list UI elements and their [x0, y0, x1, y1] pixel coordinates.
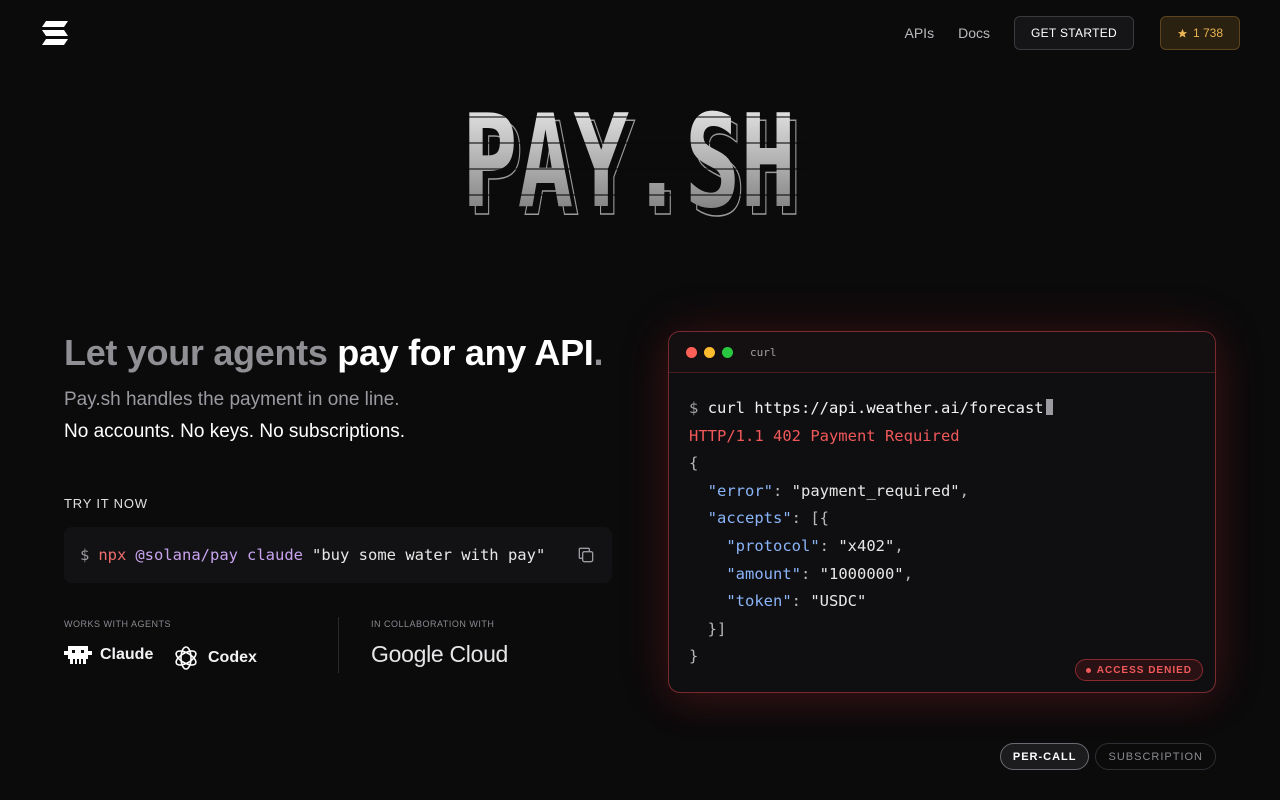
- headline-dim: Let your agents: [64, 332, 338, 373]
- claude-icon: [64, 646, 92, 664]
- cmd-prompt: $: [80, 546, 90, 564]
- cmd-npx: npx: [98, 546, 127, 564]
- github-stars-button[interactable]: 1 738: [1159, 16, 1240, 50]
- access-denied-label: ACCESS DENIED: [1096, 664, 1192, 676]
- get-started-button[interactable]: GET STARTED: [1013, 16, 1134, 50]
- nav-apis-link[interactable]: APIs: [905, 25, 935, 41]
- json-accepts-key: "accepts": [707, 509, 792, 528]
- star-icon: [1177, 28, 1188, 38]
- collab-label: IN COLLABORATION WITH: [371, 619, 495, 629]
- close-dot-icon: [686, 346, 697, 358]
- access-denied-badge: ACCESS DENIED: [1074, 659, 1203, 681]
- json-protocol-val: "x402": [838, 536, 895, 555]
- divider: [338, 617, 339, 673]
- subheadline-2: No accounts. No keys. No subscriptions.: [64, 421, 406, 442]
- terminal-output: $ curl https://api.weather.ai/forecast H…: [669, 373, 1215, 671]
- google-cloud-logo[interactable]: Google Cloud: [371, 641, 508, 668]
- terminal-titlebar: curl: [669, 332, 1215, 373]
- cmd-string: "buy some water with pay": [312, 546, 546, 564]
- subscription-tab[interactable]: SUBSCRIPTION: [1095, 743, 1216, 770]
- headline-bright: pay for any API: [337, 332, 594, 373]
- headline: Let your agents pay for any API.: [64, 332, 604, 374]
- terminal-status: HTTP/1.1 402 Payment Required: [689, 426, 960, 445]
- minimize-dot-icon: [704, 346, 715, 358]
- pay-sh-pixel-logo: PAY.SH PAY.SH: [460, 90, 810, 225]
- install-command-box[interactable]: $ npx @solana/pay claude "buy some water…: [64, 527, 612, 583]
- copy-icon[interactable]: [576, 545, 596, 565]
- terminal-window: curl $ curl https://api.weather.ai/forec…: [668, 331, 1216, 693]
- subheadline-1: Pay.sh handles the payment in one line.: [64, 389, 400, 410]
- works-with-label: WORKS WITH AGENTS: [64, 619, 172, 629]
- agent-claude[interactable]: Claude: [64, 644, 153, 666]
- pricing-toggle: PER-CALL SUBSCRIPTION: [999, 743, 1216, 770]
- json-protocol-key: "protocol": [726, 536, 820, 555]
- agent-codex-label: Codex: [208, 649, 257, 666]
- cmd-arg: claude: [247, 546, 303, 564]
- terminal-cursor: [1045, 399, 1053, 415]
- terminal-title: curl: [750, 345, 777, 359]
- hero-title-text: PAY.SH: [462, 90, 796, 225]
- maximize-dot-icon: [722, 346, 733, 358]
- openai-icon: [175, 646, 197, 670]
- json-error-key: "error": [707, 481, 773, 500]
- per-call-tab[interactable]: PER-CALL: [999, 743, 1090, 770]
- star-count: 1 738: [1192, 26, 1223, 40]
- terminal-command: curl https://api.weather.ai/forecast: [707, 399, 1044, 417]
- json-amount-key: "amount": [726, 564, 801, 583]
- status-dot-icon: [1085, 667, 1091, 673]
- try-it-label: TRY IT NOW: [64, 496, 148, 511]
- headline-dot: .: [593, 332, 604, 373]
- json-amount-val: "1000000": [819, 564, 904, 583]
- cmd-package: @solana/pay: [135, 546, 238, 564]
- json-token-val: "USDC": [810, 592, 867, 611]
- top-nav: APIs Docs GET STARTED 1 738: [905, 16, 1240, 50]
- json-error-val: "payment_required": [791, 481, 960, 500]
- agent-codex[interactable]: Codex: [172, 644, 257, 672]
- nav-docs-link[interactable]: Docs: [958, 25, 990, 41]
- solana-logo-icon[interactable]: [40, 20, 70, 46]
- agent-claude-label: Claude: [100, 646, 154, 663]
- terminal-prompt: $: [689, 399, 699, 417]
- json-token-key: "token": [726, 592, 792, 611]
